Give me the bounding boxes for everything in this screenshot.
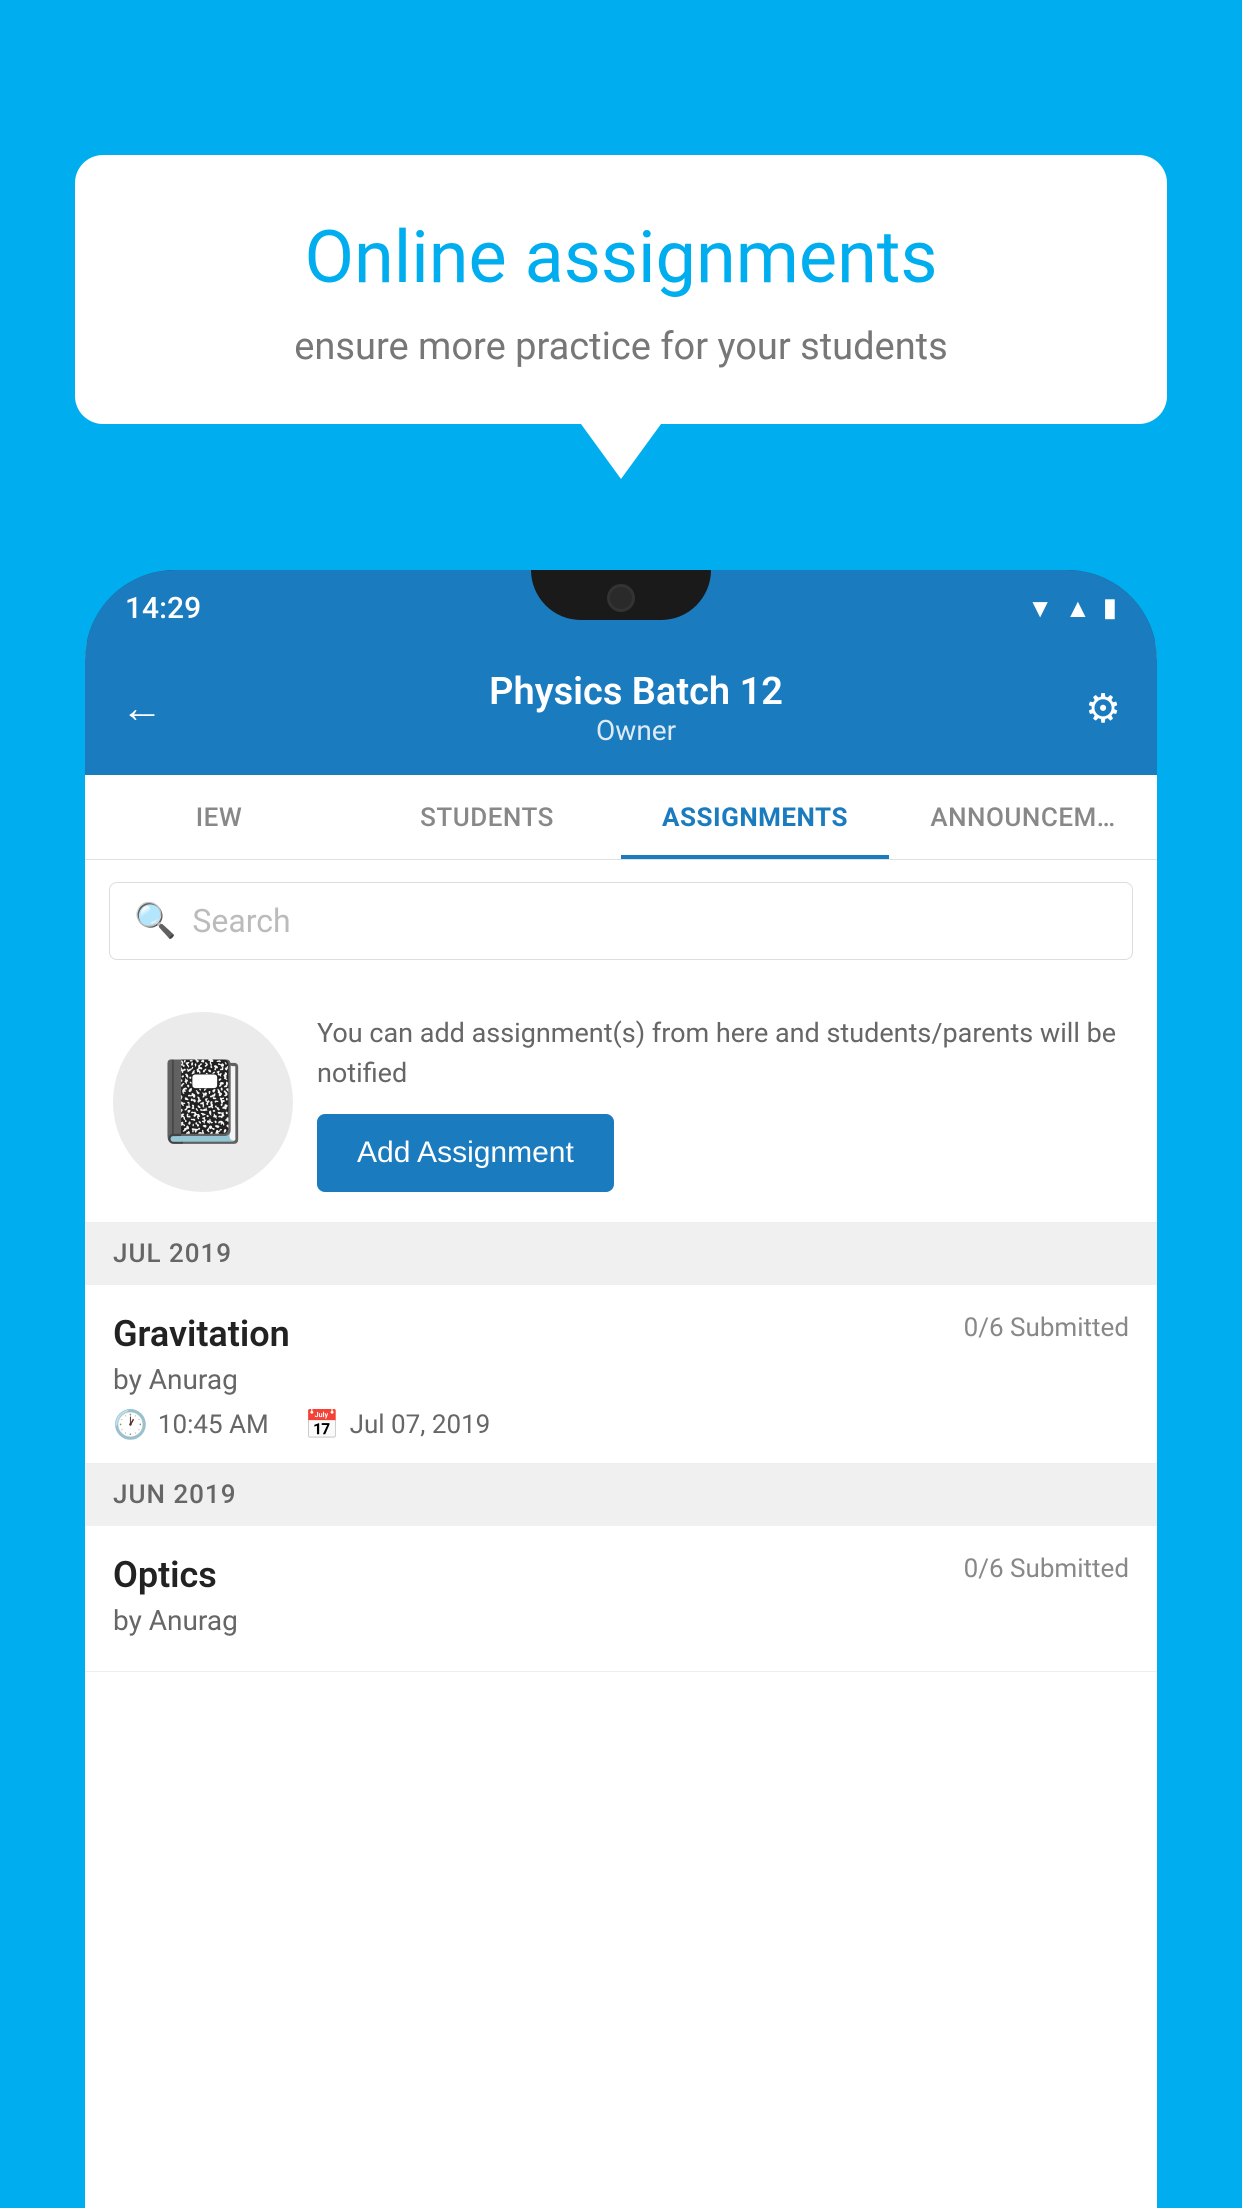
app-header: ← Physics Batch 12 Owner ⚙	[85, 642, 1157, 775]
tab-assignments[interactable]: ASSIGNMENTS	[621, 775, 889, 859]
settings-icon[interactable]: ⚙	[1085, 685, 1121, 732]
assignment-title-optics: Optics	[113, 1554, 217, 1596]
assignment-time-value: 10:45 AM	[158, 1410, 269, 1440]
header-title: Physics Batch 12	[187, 670, 1085, 714]
promo-icon-circle: 📓	[113, 1012, 293, 1192]
search-container: 🔍 Search	[85, 860, 1157, 982]
search-placeholder[interactable]: Search	[192, 902, 290, 940]
section-jun-2019: JUN 2019	[85, 1464, 1157, 1526]
add-assignment-button[interactable]: Add Assignment	[317, 1114, 614, 1192]
tab-iew[interactable]: IEW	[85, 775, 353, 859]
app-content: ← Physics Batch 12 Owner ⚙ IEW STUDENTS …	[85, 642, 1157, 2208]
assignment-meta-gravitation: 🕐 10:45 AM 📅 Jul 07, 2019	[113, 1408, 1129, 1441]
back-button[interactable]: ←	[121, 684, 163, 733]
assignment-time: 🕐 10:45 AM	[113, 1408, 269, 1441]
assignment-top-row-optics: Optics 0/6 Submitted	[113, 1554, 1129, 1596]
assignment-item-gravitation[interactable]: Gravitation 0/6 Submitted by Anurag 🕐 10…	[85, 1285, 1157, 1464]
promo-description: You can add assignment(s) from here and …	[317, 1013, 1129, 1094]
assignment-by-gravitation: by Anurag	[113, 1363, 1129, 1396]
assignment-date: 📅 Jul 07, 2019	[305, 1408, 491, 1441]
wifi-icon: ▼	[1027, 593, 1053, 624]
phone-notch	[531, 570, 711, 620]
header-center: Physics Batch 12 Owner	[187, 670, 1085, 747]
header-subtitle: Owner	[187, 714, 1085, 747]
assignment-item-optics[interactable]: Optics 0/6 Submitted by Anurag	[85, 1526, 1157, 1672]
tab-announcements[interactable]: ANNOUNCEM…	[889, 775, 1157, 859]
notebook-icon: 📓	[153, 1055, 253, 1149]
assignment-top-row: Gravitation 0/6 Submitted	[113, 1313, 1129, 1355]
status-bar: 14:29 ▼ ▲ ▮	[85, 570, 1157, 642]
search-bar[interactable]: 🔍 Search	[109, 882, 1133, 960]
assignment-submitted-gravitation: 0/6 Submitted	[964, 1313, 1129, 1343]
promo-container: 📓 You can add assignment(s) from here an…	[85, 982, 1157, 1223]
status-time: 14:29	[125, 591, 201, 626]
speech-bubble: Online assignments ensure more practice …	[75, 155, 1167, 424]
assignment-by-optics: by Anurag	[113, 1604, 1129, 1637]
tab-students[interactable]: STUDENTS	[353, 775, 621, 859]
tabs-container: IEW STUDENTS ASSIGNMENTS ANNOUNCEM…	[85, 775, 1157, 860]
speech-bubble-subtitle: ensure more practice for your students	[145, 325, 1097, 369]
status-icons: ▼ ▲ ▮	[1027, 593, 1117, 624]
calendar-icon: 📅	[305, 1408, 340, 1441]
phone-camera	[607, 584, 635, 612]
battery-icon: ▮	[1103, 593, 1117, 623]
speech-bubble-arrow	[581, 424, 661, 479]
assignment-title-gravitation: Gravitation	[113, 1313, 290, 1355]
speech-bubble-title: Online assignments	[145, 215, 1097, 301]
clock-icon: 🕐	[113, 1408, 148, 1441]
phone-frame: 14:29 ▼ ▲ ▮ ← Physics Batch 12 Owner ⚙ I…	[85, 570, 1157, 2208]
promo-text-area: You can add assignment(s) from here and …	[317, 1013, 1129, 1192]
section-jul-2019: JUL 2019	[85, 1223, 1157, 1285]
search-icon: 🔍	[134, 901, 176, 941]
speech-bubble-container: Online assignments ensure more practice …	[75, 155, 1167, 479]
assignment-date-value: Jul 07, 2019	[350, 1410, 491, 1440]
assignment-submitted-optics: 0/6 Submitted	[964, 1554, 1129, 1584]
signal-icon: ▲	[1065, 593, 1091, 624]
